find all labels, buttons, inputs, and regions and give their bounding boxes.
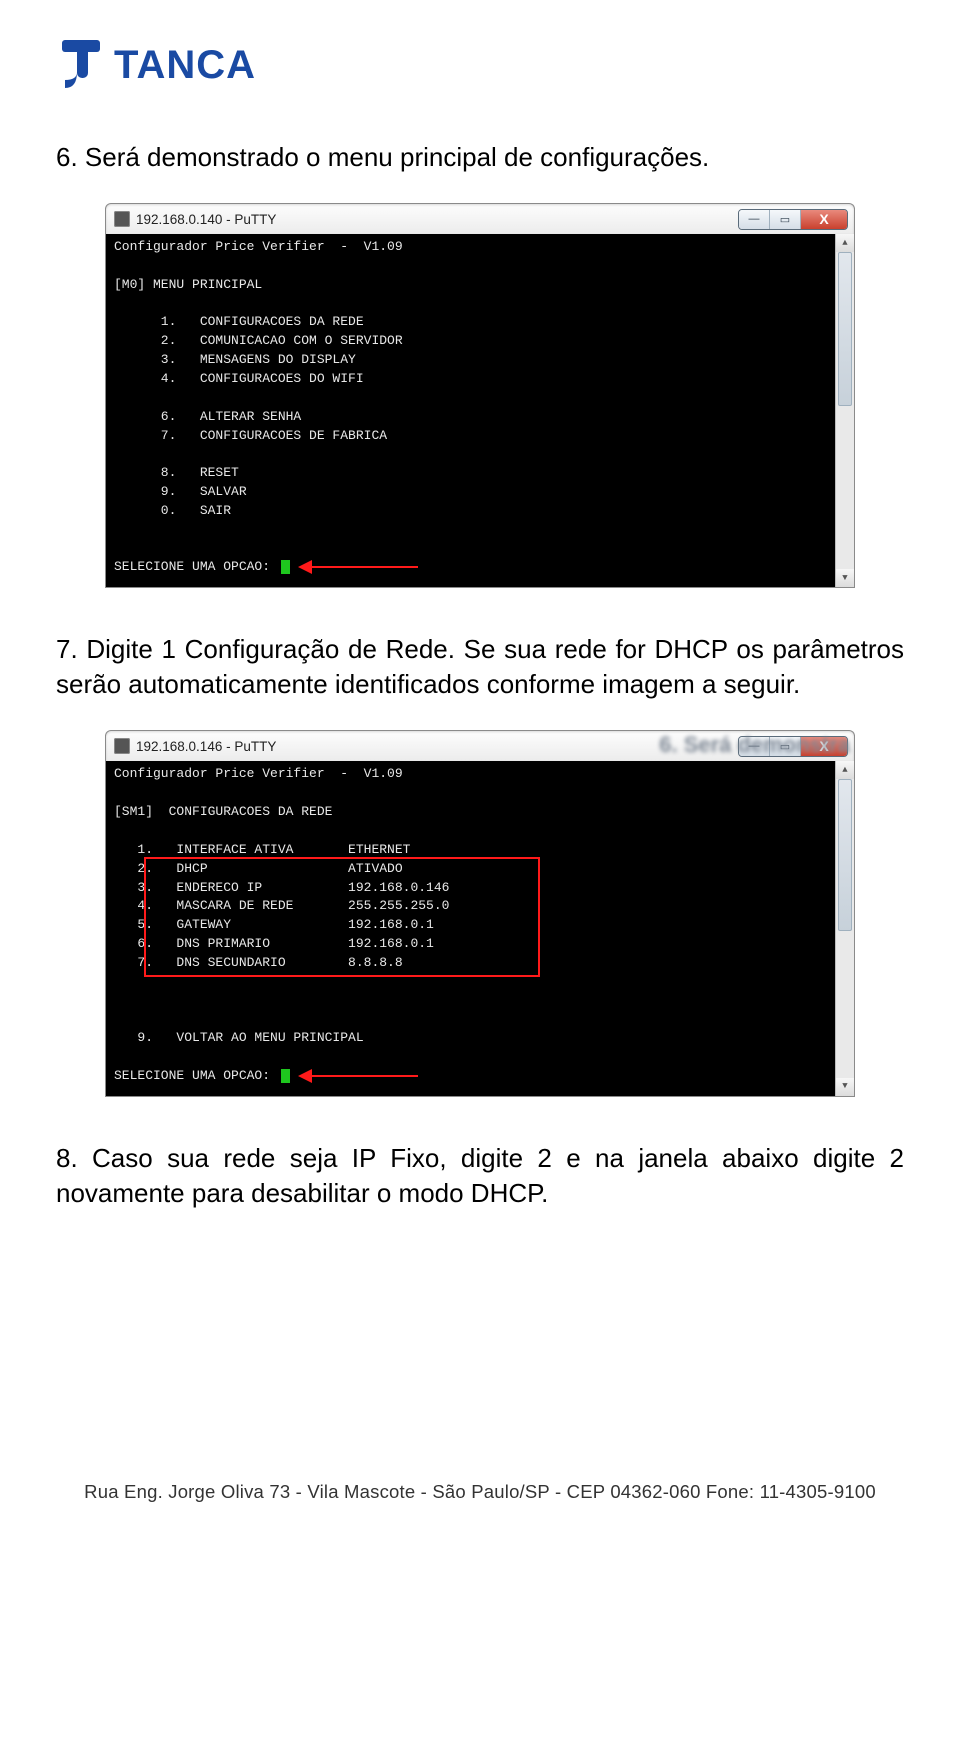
putty-app-icon: [114, 211, 130, 227]
window-buttons: — ▭ X: [738, 736, 848, 757]
menu-item: 1. CONFIGURACOES DA REDE: [114, 313, 826, 332]
scrollbar[interactable]: ▲ ▼: [835, 234, 854, 587]
terminal-pane[interactable]: Configurador Price Verifier - V1.09 [SM1…: [105, 761, 855, 1096]
scroll-thumb[interactable]: [838, 779, 852, 930]
red-arrow-icon: [298, 1072, 418, 1080]
window-title: 192.168.0.140 - PuTTY: [136, 212, 738, 227]
terminal-header: Configurador Price Verifier - V1.09: [114, 765, 826, 784]
brand-mark-icon: [56, 34, 106, 96]
terminal-pane[interactable]: Configurador Price Verifier - V1.09 [M0]…: [105, 234, 855, 588]
paragraph-step-8: 8. Caso sua rede seja IP Fixo, digite 2 …: [56, 1141, 904, 1211]
menu-item: 3. MENSAGENS DO DISPLAY: [114, 351, 826, 370]
window-titlebar[interactable]: 192.168.0.140 - PuTTY — ▭ X: [105, 203, 855, 234]
menu-item: 9. SALVAR: [114, 483, 826, 502]
back-option: 9. VOLTAR AO MENU PRINCIPAL: [114, 1029, 826, 1048]
terminal-header: Configurador Price Verifier - V1.09: [114, 238, 826, 257]
minimize-button[interactable]: —: [739, 737, 769, 756]
menu-title: [M0] MENU PRINCIPAL: [114, 276, 826, 295]
menu-item: [114, 445, 826, 464]
putty-app-icon: [114, 738, 130, 754]
red-arrow-icon: [298, 563, 418, 571]
prompt-line: SELECIONE UMA OPCAO:: [114, 1067, 826, 1086]
scroll-up-icon[interactable]: ▲: [836, 234, 854, 252]
cursor-icon: [281, 560, 290, 574]
putty-window-2: 6. Será demonstra 192.168.0.146 - PuTTY …: [105, 730, 855, 1096]
paragraph-step-7: 7. Digite 1 Configuração de Rede. Se sua…: [56, 632, 904, 702]
page-footer: Rua Eng. Jorge Oliva 73 - Vila Mascote -…: [56, 1481, 904, 1503]
brand-name: TANCA: [114, 43, 256, 88]
scroll-down-icon[interactable]: ▼: [836, 1078, 854, 1096]
scroll-up-icon[interactable]: ▲: [836, 761, 854, 779]
menu-item: 6. ALTERAR SENHA: [114, 408, 826, 427]
brand-logo: TANCA: [56, 34, 904, 96]
submenu-title: [SM1] CONFIGURACOES DA REDE: [114, 803, 826, 822]
paragraph-step-6: 6. Será demonstrado o menu principal de …: [56, 140, 904, 175]
red-highlight-box: [144, 857, 540, 977]
close-button[interactable]: X: [800, 737, 847, 756]
maximize-button[interactable]: ▭: [769, 737, 800, 756]
window-buttons: — ▭ X: [738, 209, 848, 230]
scroll-down-icon[interactable]: ▼: [836, 569, 854, 587]
maximize-button[interactable]: ▭: [769, 210, 800, 229]
cursor-icon: [281, 1069, 290, 1083]
menu-item: 2. COMUNICACAO COM O SERVIDOR: [114, 332, 826, 351]
putty-window-1: 192.168.0.140 - PuTTY — ▭ X Configurador…: [105, 203, 855, 588]
menu-item: 7. CONFIGURACOES DE FABRICA: [114, 427, 826, 446]
window-titlebar[interactable]: 192.168.0.146 - PuTTY — ▭ X: [105, 730, 855, 761]
scrollbar[interactable]: ▲ ▼: [835, 761, 854, 1095]
window-title: 192.168.0.146 - PuTTY: [136, 739, 738, 754]
close-button[interactable]: X: [800, 210, 847, 229]
menu-item: 4. CONFIGURACOES DO WIFI: [114, 370, 826, 389]
minimize-button[interactable]: —: [739, 210, 769, 229]
menu-item: 0. SAIR: [114, 502, 826, 521]
menu-item: [114, 389, 826, 408]
scroll-thumb[interactable]: [838, 252, 852, 406]
prompt-line: SELECIONE UMA OPCAO:: [114, 558, 826, 577]
menu-item: 8. RESET: [114, 464, 826, 483]
